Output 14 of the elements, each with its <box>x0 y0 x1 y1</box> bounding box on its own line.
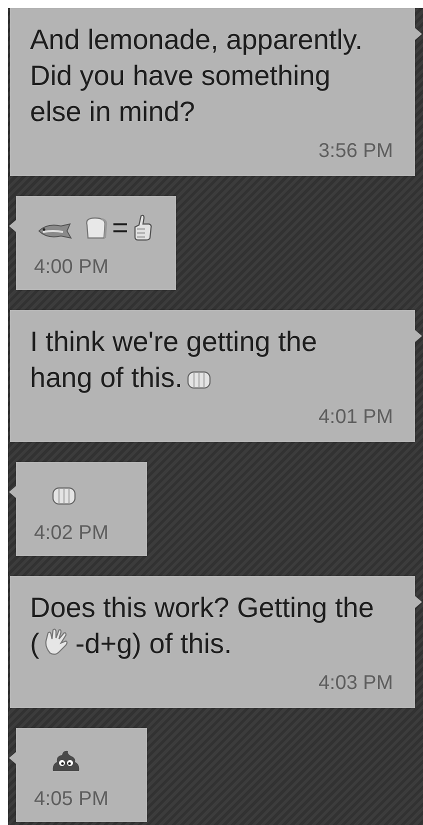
timestamp: 3:56 PM <box>318 139 394 164</box>
message-text: And lemonade, apparently. Did you have something else in mind? <box>30 23 364 129</box>
timestamp: 4:02 PM <box>34 521 110 546</box>
timestamp: 4:05 PM <box>34 787 110 812</box>
message-text: Does this work? Getting the ( -d+g) of this. <box>30 591 375 661</box>
timestamp: 4:01 PM <box>318 405 394 430</box>
timestamp: 4:00 PM <box>34 255 110 280</box>
fist-icon <box>51 485 77 507</box>
message-text: I think we're getting the hang of this. <box>30 325 318 395</box>
poop-icon <box>51 749 81 773</box>
message-text: = <box>34 210 156 246</box>
fist-icon <box>186 369 212 391</box>
bread-icon <box>83 215 109 241</box>
timestamp: 4:03 PM <box>318 671 394 696</box>
